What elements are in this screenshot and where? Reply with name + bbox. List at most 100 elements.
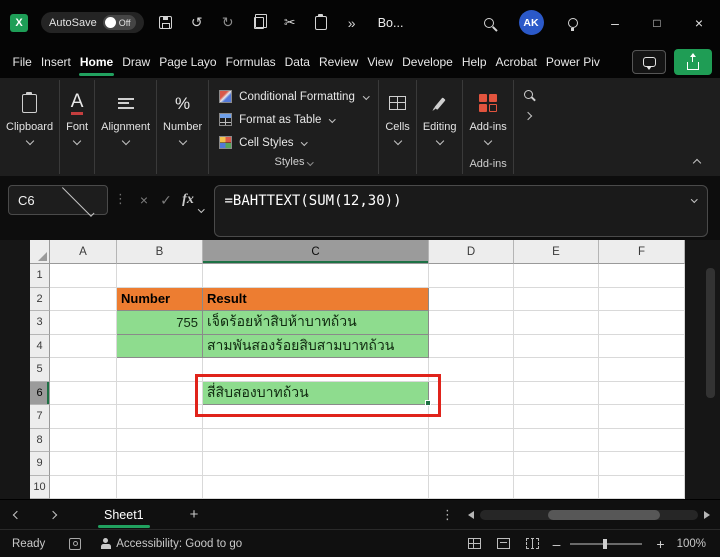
column-header-B[interactable]: B: [117, 240, 203, 264]
column-header-F[interactable]: F: [599, 240, 685, 264]
cell[interactable]: [429, 288, 514, 312]
cell[interactable]: [50, 476, 117, 500]
tab-power-pivot[interactable]: Power Piv: [541, 45, 604, 78]
zoom-slider[interactable]: [570, 543, 642, 545]
cell[interactable]: [599, 335, 685, 359]
cell[interactable]: [203, 264, 429, 288]
alignment-group-button[interactable]: Alignment: [95, 80, 157, 174]
column-header-E[interactable]: E: [514, 240, 599, 264]
tab-home[interactable]: Home: [75, 45, 117, 78]
zoom-out-button[interactable]: –: [553, 536, 561, 552]
function-dropdown[interactable]: [199, 198, 204, 216]
cell[interactable]: [599, 264, 685, 288]
insert-function-button[interactable]: fx: [177, 185, 199, 215]
styles-group-caption[interactable]: Styles: [219, 156, 368, 172]
close-button[interactable]: ×: [678, 0, 720, 45]
cell-C2[interactable]: Result: [203, 288, 429, 312]
cell[interactable]: [117, 476, 203, 500]
cell[interactable]: [429, 335, 514, 359]
scroll-right-icon[interactable]: [704, 511, 710, 519]
redo-button[interactable]: ↻: [219, 14, 237, 32]
cell[interactable]: [599, 452, 685, 476]
tab-formulas[interactable]: Formulas: [221, 45, 280, 78]
ribbon-more-chevron-icon[interactable]: [524, 112, 532, 120]
cell[interactable]: [514, 382, 599, 406]
cell[interactable]: [514, 429, 599, 453]
cell[interactable]: [117, 429, 203, 453]
addins-group-button[interactable]: Add-ins Add-ins: [463, 80, 513, 174]
row-header-3[interactable]: 3: [30, 311, 50, 335]
cell[interactable]: [514, 335, 599, 359]
autosave-switch-icon[interactable]: Off: [103, 15, 136, 30]
cell[interactable]: [50, 358, 117, 382]
cell[interactable]: [599, 476, 685, 500]
sheet-tab-sheet1[interactable]: Sheet1: [90, 500, 158, 530]
tab-acrobat[interactable]: Acrobat: [491, 45, 541, 78]
cell[interactable]: [50, 382, 117, 406]
cell[interactable]: [514, 264, 599, 288]
cell[interactable]: [117, 264, 203, 288]
cell[interactable]: [50, 335, 117, 359]
row-header-6[interactable]: 6: [30, 382, 50, 406]
cell[interactable]: [429, 452, 514, 476]
row-header-2[interactable]: 2: [30, 288, 50, 312]
cell[interactable]: [514, 288, 599, 312]
tab-page-layout[interactable]: Page Layo: [155, 45, 221, 78]
save-button[interactable]: [157, 14, 175, 32]
comments-button[interactable]: [632, 50, 666, 74]
fill-handle[interactable]: [425, 400, 431, 406]
next-sheet-icon[interactable]: [49, 510, 57, 518]
row-header-7[interactable]: 7: [30, 405, 50, 429]
cell[interactable]: [599, 429, 685, 453]
collapse-ribbon-icon[interactable]: [693, 159, 701, 167]
row-header-9[interactable]: 9: [30, 452, 50, 476]
cell[interactable]: [50, 264, 117, 288]
previous-sheet-icon[interactable]: [13, 510, 21, 518]
cell[interactable]: [429, 382, 514, 406]
cell[interactable]: [429, 358, 514, 382]
search-button[interactable]: [468, 18, 510, 28]
whats-new-button[interactable]: [552, 18, 594, 28]
sheet-options-icon[interactable]: ⋮: [441, 507, 454, 523]
document-title[interactable]: Bo...: [378, 16, 404, 30]
cell[interactable]: [599, 405, 685, 429]
cell[interactable]: [203, 476, 429, 500]
tab-developer[interactable]: Develope: [398, 45, 458, 78]
cell[interactable]: [429, 311, 514, 335]
row-header-4[interactable]: 4: [30, 335, 50, 359]
cell[interactable]: [599, 288, 685, 312]
cells-group-button[interactable]: Cells: [379, 80, 416, 174]
zoom-in-button[interactable]: +: [656, 536, 664, 552]
cell[interactable]: [429, 429, 514, 453]
expand-formula-bar-icon[interactable]: [691, 196, 697, 202]
cell[interactable]: [599, 311, 685, 335]
tab-review[interactable]: Review: [314, 45, 362, 78]
cell[interactable]: [514, 405, 599, 429]
tab-view[interactable]: View: [363, 45, 398, 78]
column-header-A[interactable]: A: [50, 240, 117, 264]
clipboard-group-button[interactable]: Clipboard: [0, 80, 60, 174]
horizontal-scrollbar[interactable]: [480, 510, 698, 520]
cell[interactable]: [50, 429, 117, 453]
cell[interactable]: [50, 452, 117, 476]
cell[interactable]: [203, 429, 429, 453]
cell[interactable]: [599, 382, 685, 406]
copy-button[interactable]: [250, 14, 268, 32]
undo-button[interactable]: ↺: [188, 14, 206, 32]
accessibility-status[interactable]: Accessibility: Good to go: [116, 538, 242, 550]
scroll-left-icon[interactable]: [468, 511, 474, 519]
zoom-level[interactable]: 100%: [677, 538, 706, 550]
cell[interactable]: [514, 311, 599, 335]
paste-button[interactable]: [312, 14, 330, 32]
name-box[interactable]: C6: [8, 185, 108, 215]
tab-insert[interactable]: Insert: [36, 45, 75, 78]
cell[interactable]: [599, 358, 685, 382]
new-sheet-button[interactable]: +: [190, 506, 199, 523]
cut-button[interactable]: ✂: [281, 14, 299, 32]
vertical-scrollbar[interactable]: [706, 268, 715, 398]
cell[interactable]: [50, 311, 117, 335]
number-group-button[interactable]: % Number: [157, 80, 209, 174]
macro-record-icon[interactable]: [69, 538, 81, 550]
cell[interactable]: [117, 382, 203, 406]
tab-help[interactable]: Help: [457, 45, 491, 78]
